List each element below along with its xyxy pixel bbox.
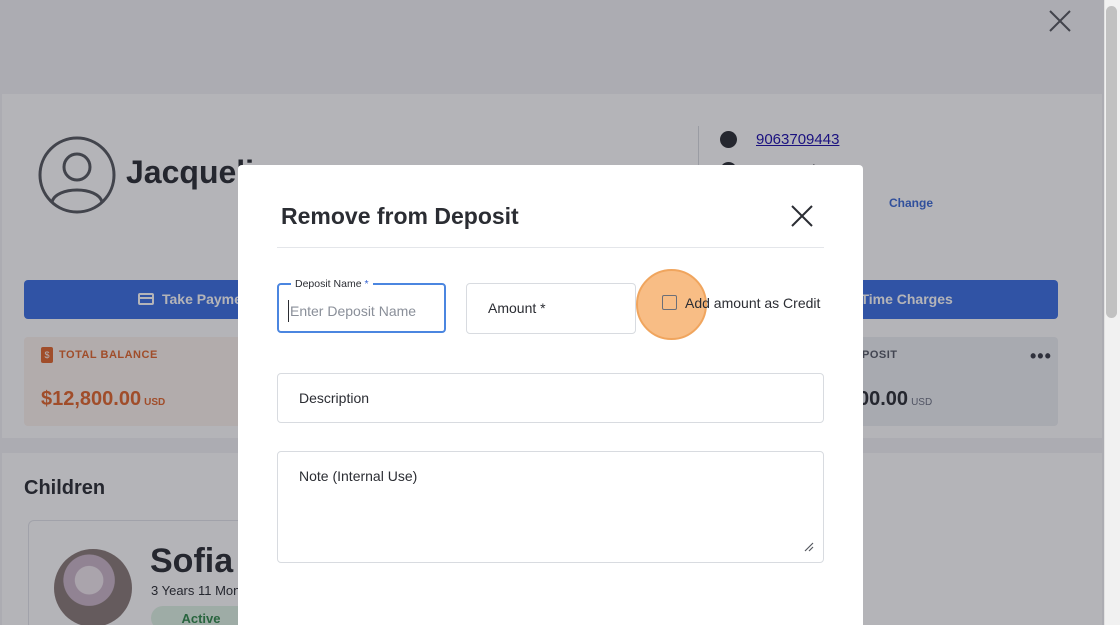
scrollbar-thumb[interactable] [1106,6,1117,318]
required-mark: * [364,278,369,290]
deposit-name-label-text: Deposit Name [295,278,362,290]
deposit-name-label: Deposit Name * [291,278,373,290]
close-icon[interactable] [789,203,815,229]
resize-handle-icon[interactable] [802,540,814,552]
note-label: Note (Internal Use) [299,468,418,484]
description-label: Description [299,390,370,406]
add-credit-checkbox[interactable] [662,295,677,310]
add-credit-label[interactable]: Add amount as Credit [685,295,820,311]
amount-label: Amount * [488,300,546,316]
modal-header-divider [277,247,824,248]
modal-title: Remove from Deposit [281,203,519,229]
deposit-name-input[interactable] [288,300,438,322]
